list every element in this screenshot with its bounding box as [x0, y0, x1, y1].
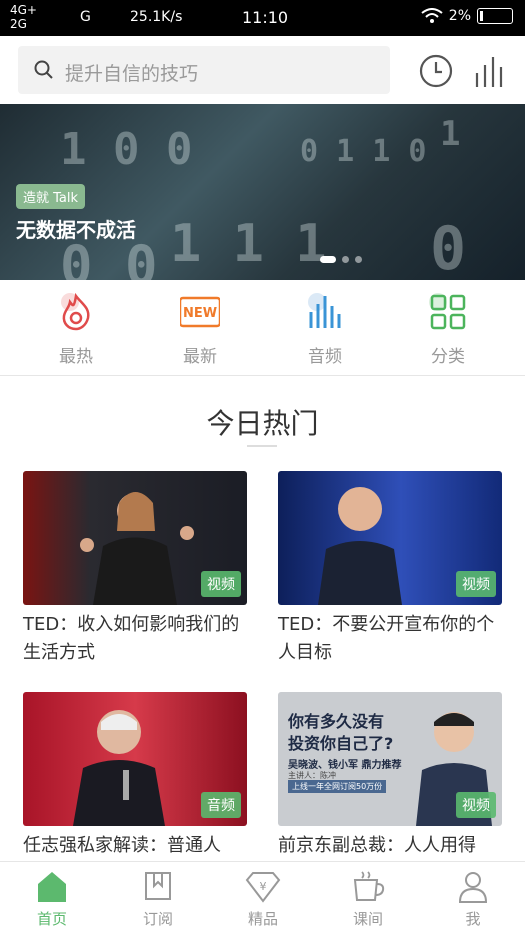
- signal-indicator: 4G+ 2G: [10, 3, 37, 31]
- banner-decor: 0 1 1 0: [300, 134, 427, 169]
- tab-subscribe[interactable]: 订阅: [128, 870, 188, 929]
- tab-me[interactable]: 我: [443, 870, 503, 929]
- search-icon: [34, 60, 53, 79]
- banner-title: 无数据不成活: [16, 218, 136, 242]
- banner-decor: 1 0 0: [60, 124, 193, 175]
- quicknav-label: 最热: [59, 347, 93, 367]
- search-input[interactable]: 提升自信的技巧: [18, 46, 390, 94]
- section-underline: [247, 445, 277, 447]
- search-placeholder: 提升自信的技巧: [65, 63, 199, 85]
- media-type-badge: 视频: [201, 571, 241, 597]
- banner-decor: 0: [430, 214, 467, 280]
- bars-icon[interactable]: [473, 53, 509, 89]
- svg-text:NEW: NEW: [183, 306, 217, 321]
- flame-icon: [61, 292, 90, 331]
- card-thumbnail: 视频: [23, 471, 247, 605]
- card-title: TED：不要公开宣布你的个人目标: [278, 614, 495, 663]
- media-type-badge: 视频: [456, 792, 496, 818]
- tab-label: 精品: [247, 910, 278, 928]
- tab-label: 我: [465, 910, 481, 928]
- card-thumbnail: 音频: [23, 692, 247, 826]
- grid-icon: [429, 293, 466, 330]
- content-card[interactable]: 视频 TED：收入如何影响我们的生活方式: [23, 471, 247, 667]
- tab-home[interactable]: 首页: [22, 870, 82, 929]
- signal-bottom-label: 2G: [10, 17, 27, 31]
- quicknav-new[interactable]: NEW 最新: [160, 292, 240, 367]
- clock-icon[interactable]: [418, 53, 454, 89]
- battery-icon: [477, 8, 513, 24]
- top-bar: 提升自信的技巧: [0, 36, 525, 104]
- card-title: TED：收入如何影响我们的生活方式: [23, 614, 240, 663]
- poster-line: 你有多久没有: [288, 712, 385, 731]
- yen-diamond-icon: ¥: [245, 872, 281, 903]
- banner-decor: 1 1 1: [170, 214, 327, 274]
- status-bar: 4G+ 2G G 25.1K/s 11:10 2%: [0, 0, 525, 36]
- user-icon: [458, 872, 488, 903]
- network-label: G: [80, 9, 91, 25]
- media-type-badge: 视频: [456, 571, 496, 597]
- bottom-tab-bar: 首页 订阅 ¥ 精品 课间 我: [0, 861, 525, 934]
- quicknav-label: 最新: [183, 347, 217, 367]
- cup-icon: [353, 871, 385, 901]
- tab-break[interactable]: 课间: [338, 870, 398, 929]
- svg-text:¥: ¥: [260, 880, 267, 893]
- content-card[interactable]: 你有多久没有 投资你自己了? 吴晓波、钱小军 鼎力推荐 主讲人：陈冲 上线一年全…: [278, 692, 502, 860]
- quicknav-label: 音频: [308, 347, 342, 367]
- banner-decor: 1: [440, 114, 461, 154]
- new-icon: NEW: [178, 296, 222, 328]
- card-thumbnail: 视频: [278, 471, 502, 605]
- card-thumbnail: 你有多久没有 投资你自己了? 吴晓波、钱小军 鼎力推荐 主讲人：陈冲 上线一年全…: [278, 692, 502, 826]
- network-speed: 25.1K/s: [130, 9, 183, 25]
- poster-line: 吴晓波、钱小军 鼎力推荐: [288, 760, 402, 771]
- quicknav-audio[interactable]: 音频: [285, 292, 365, 367]
- quicknav-label: 分类: [431, 347, 465, 367]
- card-title: 任志强私家解读：普通人: [23, 835, 221, 856]
- card-title: 前京东副总裁：人人用得: [278, 835, 476, 856]
- bookmark-icon: [145, 872, 171, 900]
- tab-label: 订阅: [142, 910, 173, 928]
- media-type-badge: 音频: [201, 792, 241, 818]
- carousel-dots: [320, 256, 362, 263]
- content-card[interactable]: 音频 任志强私家解读：普通人: [23, 692, 247, 860]
- carousel-dot[interactable]: [320, 256, 336, 263]
- poster-line: 上线一年全网订阅50万份: [288, 780, 387, 793]
- carousel-dot[interactable]: [342, 256, 349, 263]
- battery-percent: 2%: [448, 8, 471, 24]
- home-icon: [38, 872, 66, 902]
- tab-label: 课间: [352, 910, 383, 928]
- banner-tag: 造就 Talk: [16, 184, 86, 209]
- signal-top-label: 4G+: [10, 3, 37, 17]
- tab-label: 首页: [36, 910, 67, 928]
- banner-carousel[interactable]: 1 0 0 0 1 1 0 1 1 1 0 0 0 1 造就 Talk 无数据不…: [0, 104, 525, 280]
- status-right: 2%: [421, 8, 513, 24]
- quicknav-category[interactable]: 分类: [408, 292, 488, 367]
- tab-premium[interactable]: ¥ 精品: [233, 870, 293, 929]
- content-card[interactable]: 视频 TED：不要公开宣布你的个人目标: [278, 471, 502, 667]
- section-title: 今日热门: [206, 407, 319, 440]
- quick-nav: 最热 NEW 最新 音频 分类: [0, 280, 525, 376]
- wifi-icon: [421, 8, 443, 23]
- quicknav-hot[interactable]: 最热: [36, 292, 116, 367]
- clock-time: 11:10: [242, 8, 289, 27]
- carousel-dot[interactable]: [355, 256, 362, 263]
- poster-line: 投资你自己了?: [288, 734, 394, 753]
- audio-bars-icon: [308, 293, 341, 328]
